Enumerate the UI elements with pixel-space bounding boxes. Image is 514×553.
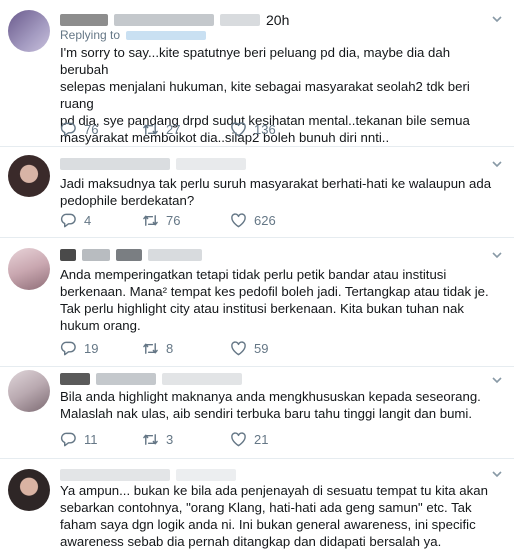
username[interactable] xyxy=(116,249,142,261)
tweet-text: Ya ampun... bukan ke bila ada penjenayah… xyxy=(60,483,488,549)
heart-icon xyxy=(231,340,246,355)
like-button[interactable]: 21 xyxy=(230,430,268,448)
tweet-header xyxy=(60,371,242,387)
retweet-count: 76 xyxy=(166,212,181,228)
like-count: 59 xyxy=(254,340,269,356)
tweet[interactable]: Bila anda highlight maknanya anda mengkh… xyxy=(0,367,514,459)
heart-icon xyxy=(231,212,246,227)
tweet[interactable]: Ya ampun... bukan ke bila ada penjenayah… xyxy=(0,459,514,553)
retweet-count: 27 xyxy=(166,121,181,137)
username-extra xyxy=(220,14,260,26)
chevron-down-icon[interactable] xyxy=(490,157,504,171)
chevron-down-icon[interactable] xyxy=(490,248,504,262)
reply-icon xyxy=(60,122,76,136)
like-count: 21 xyxy=(254,431,269,447)
like-count: 626 xyxy=(254,212,276,228)
chevron-down-icon[interactable] xyxy=(490,12,504,26)
heart-icon xyxy=(231,431,246,446)
reply-button[interactable]: 19 xyxy=(60,339,98,357)
retweet-icon xyxy=(143,214,158,226)
tweet[interactable]: 20h Replying to I'm sorry to say...kite … xyxy=(0,0,514,147)
tweet[interactable]: Jadi maksudnya tak perlu suruh masyaraka… xyxy=(0,147,514,238)
display-name-extra xyxy=(82,249,110,261)
replying-to: Replying to xyxy=(60,28,207,42)
reply-count: 19 xyxy=(84,340,99,356)
retweet-button[interactable]: 8 xyxy=(142,339,173,357)
heart-icon xyxy=(231,121,246,136)
display-name[interactable] xyxy=(60,14,108,26)
username[interactable] xyxy=(176,158,246,170)
username[interactable] xyxy=(176,469,236,481)
chevron-down-icon[interactable] xyxy=(490,467,504,481)
display-name[interactable] xyxy=(60,469,170,481)
retweet-button[interactable]: 3 xyxy=(142,430,173,448)
display-name[interactable] xyxy=(60,158,170,170)
avatar[interactable] xyxy=(8,370,50,412)
username-extra xyxy=(162,373,242,385)
reply-icon xyxy=(60,432,76,446)
retweet-count: 8 xyxy=(166,340,174,356)
replying-to-handle[interactable] xyxy=(126,30,207,40)
reply-count: 4 xyxy=(84,212,92,228)
tweet[interactable]: Anda memperingatkan tetapi tidak perlu p… xyxy=(0,238,514,367)
reply-button[interactable]: 76 xyxy=(60,120,98,138)
retweet-icon xyxy=(143,123,158,135)
tweet-header xyxy=(60,247,202,263)
reply-button[interactable]: 11 xyxy=(60,430,98,448)
chevron-down-icon[interactable] xyxy=(490,373,504,387)
tweet-text: Anda memperingatkan tetapi tidak perlu p… xyxy=(60,267,489,333)
username[interactable] xyxy=(96,373,156,385)
reply-count: 11 xyxy=(84,431,98,447)
tweet-text: Jadi maksudnya tak perlu suruh masyaraka… xyxy=(60,176,492,208)
like-count: 136 xyxy=(254,121,276,137)
tweet-header xyxy=(60,467,236,483)
retweet-count: 3 xyxy=(166,431,174,447)
avatar[interactable] xyxy=(8,10,50,52)
tweet-time[interactable]: 20h xyxy=(266,12,289,28)
retweet-button[interactable]: 27 xyxy=(142,120,180,138)
like-button[interactable]: 136 xyxy=(230,120,276,138)
reply-count: 76 xyxy=(84,121,99,137)
username[interactable] xyxy=(114,14,214,26)
avatar[interactable] xyxy=(8,469,50,511)
avatar[interactable] xyxy=(8,248,50,290)
tweet-header: 20h xyxy=(60,12,289,28)
username-extra xyxy=(148,249,202,261)
retweet-icon xyxy=(143,342,158,354)
like-button[interactable]: 626 xyxy=(230,211,276,229)
replying-to-label: Replying to xyxy=(60,28,121,42)
tweet-header xyxy=(60,156,246,172)
reply-icon xyxy=(60,341,76,355)
like-button[interactable]: 59 xyxy=(230,339,268,357)
display-name[interactable] xyxy=(60,249,76,261)
avatar[interactable] xyxy=(8,155,50,197)
reply-icon xyxy=(60,213,76,227)
display-name[interactable] xyxy=(60,373,90,385)
retweet-icon xyxy=(143,433,158,445)
reply-button[interactable]: 4 xyxy=(60,211,91,229)
retweet-button[interactable]: 76 xyxy=(142,211,180,229)
tweet-text: Bila anda highlight maknanya anda mengkh… xyxy=(60,389,481,421)
tweet-text: I'm sorry to say...kite spatutnye beri p… xyxy=(60,45,470,145)
